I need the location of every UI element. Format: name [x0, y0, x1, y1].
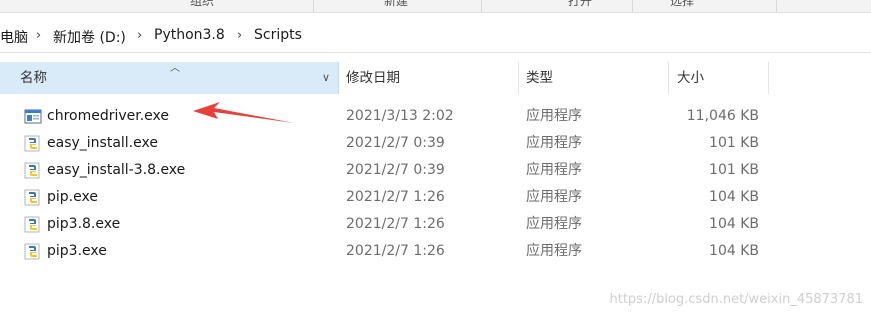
file-date: 2021/2/7 1:26	[346, 243, 445, 259]
sort-ascending-icon: ︿	[170, 63, 180, 74]
column-name-label: 名称	[20, 70, 47, 86]
breadcrumb-scripts[interactable]: Scripts	[254, 27, 302, 43]
file-row[interactable]: pip3.8.exe 2021/2/7 1:26 应用程序 104 KB	[0, 211, 871, 238]
breadcrumb-python[interactable]: Python3.8	[154, 27, 225, 43]
file-name: easy_install-3.8.exe	[47, 162, 186, 178]
toolbar-label-organize[interactable]: 组织	[190, 0, 214, 9]
file-type: 应用程序	[526, 216, 582, 232]
file-row[interactable]: easy_install-3.8.exe 2021/2/7 0:39 应用程序 …	[0, 157, 871, 184]
breadcrumb-this-pc[interactable]: 电脑	[0, 27, 28, 47]
breadcrumb-drive[interactable]: 新加卷 (D:)	[53, 27, 126, 47]
toolbar-label-new[interactable]: 新建	[384, 0, 408, 9]
chevron-right-icon[interactable]: ›	[137, 28, 142, 43]
column-date-label: 修改日期	[346, 70, 400, 86]
annotation-arrow-icon	[193, 102, 294, 123]
file-size: 11,046 KB	[686, 108, 759, 124]
ribbon-divider	[632, 0, 633, 12]
column-header: 名称 ︿ ∨ 修改日期 类型 大小	[0, 62, 871, 94]
file-type: 应用程序	[526, 189, 582, 205]
column-size-label: 大小	[677, 70, 704, 86]
file-date: 2021/3/13 2:02	[346, 108, 454, 124]
chevron-down-icon[interactable]: ∨	[322, 62, 330, 94]
watermark: https://blog.csdn.net/weixin_45873781	[609, 292, 863, 307]
toolbar-label-select[interactable]: 选择	[670, 0, 694, 9]
address-bar[interactable]: 电脑 › 新加卷 (D:) › Python3.8 › Scripts	[0, 18, 871, 53]
file-type: 应用程序	[526, 108, 582, 124]
python-icon	[24, 216, 40, 233]
file-size: 101 KB	[709, 162, 759, 178]
column-header-name[interactable]: 名称 ︿ ∨	[0, 62, 339, 94]
column-divider[interactable]	[768, 62, 769, 94]
python-icon	[24, 135, 40, 152]
file-size: 101 KB	[709, 135, 759, 151]
ribbon-divider	[481, 0, 482, 12]
toolbar-label-open[interactable]: 打开	[568, 0, 592, 9]
file-date: 2021/2/7 0:39	[346, 162, 445, 178]
file-size: 104 KB	[709, 216, 759, 232]
file-row[interactable]: chromedriver.exe 2021/3/13 2:02 应用程序 11,…	[0, 103, 871, 130]
python-icon	[24, 189, 40, 206]
ribbon-divider	[776, 0, 777, 12]
column-header-size[interactable]: 大小	[677, 62, 704, 94]
file-row[interactable]: pip3.exe 2021/2/7 1:26 应用程序 104 KB	[0, 238, 871, 265]
file-type: 应用程序	[526, 162, 582, 178]
ribbon-divider	[313, 0, 314, 12]
column-divider[interactable]	[518, 62, 519, 94]
file-name: pip.exe	[47, 189, 98, 205]
file-date: 2021/2/7 0:39	[346, 135, 445, 151]
file-type: 应用程序	[526, 135, 582, 151]
file-name: pip3.exe	[47, 243, 107, 259]
file-row[interactable]: easy_install.exe 2021/2/7 0:39 应用程序 101 …	[0, 130, 871, 157]
file-row[interactable]: pip.exe 2021/2/7 1:26 应用程序 104 KB	[0, 184, 871, 211]
column-header-date[interactable]: 修改日期	[346, 62, 400, 94]
file-date: 2021/2/7 1:26	[346, 216, 445, 232]
column-divider[interactable]	[668, 62, 669, 94]
file-date: 2021/2/7 1:26	[346, 189, 445, 205]
application-window-icon	[24, 109, 42, 124]
chevron-right-icon[interactable]: ›	[36, 28, 41, 43]
file-size: 104 KB	[709, 243, 759, 259]
column-type-label: 类型	[526, 70, 553, 86]
file-size: 104 KB	[709, 189, 759, 205]
file-type: 应用程序	[526, 243, 582, 259]
ribbon-toolbar: 组织 新建 打开 选择	[0, 0, 871, 13]
file-name: easy_install.exe	[47, 135, 158, 151]
column-header-type[interactable]: 类型	[526, 62, 553, 94]
python-icon	[24, 162, 40, 179]
file-name: pip3.8.exe	[47, 216, 121, 232]
python-icon	[24, 243, 40, 260]
chevron-right-icon[interactable]: ›	[237, 28, 242, 43]
file-name: chromedriver.exe	[47, 108, 170, 124]
